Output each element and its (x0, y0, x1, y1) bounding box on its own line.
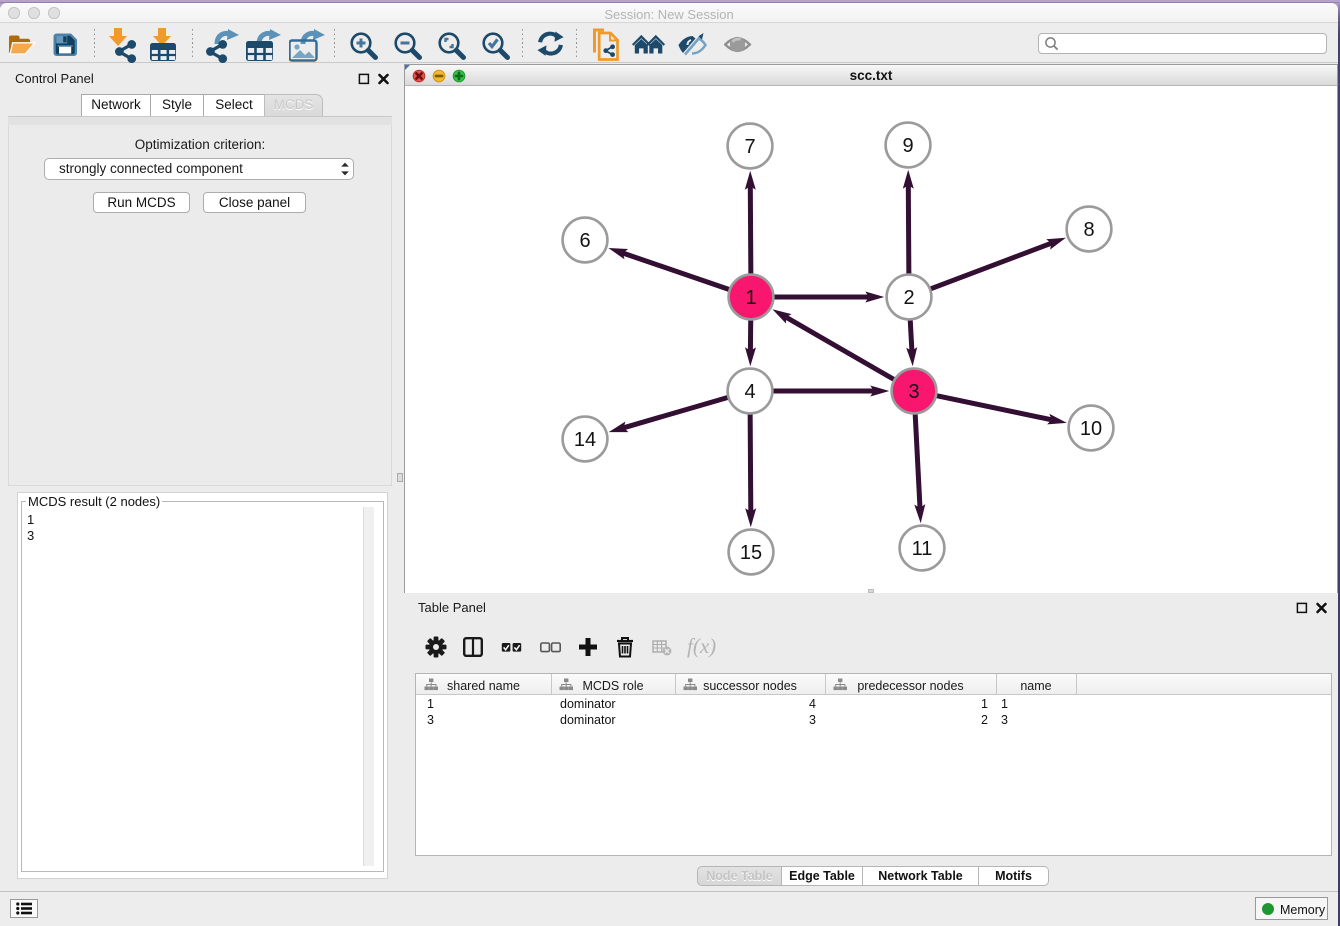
svg-text:4: 4 (744, 381, 755, 403)
svg-text:15: 15 (740, 542, 762, 564)
svg-text:3: 3 (908, 381, 919, 403)
svg-text:11: 11 (912, 538, 933, 560)
svg-text:1: 1 (745, 287, 756, 309)
svg-text:7: 7 (744, 136, 755, 158)
svg-text:10: 10 (1080, 418, 1102, 440)
svg-text:6: 6 (579, 230, 590, 252)
svg-text:14: 14 (574, 429, 596, 451)
svg-text:8: 8 (1083, 219, 1094, 241)
svg-text:2: 2 (903, 287, 914, 309)
svg-text:9: 9 (902, 135, 913, 157)
